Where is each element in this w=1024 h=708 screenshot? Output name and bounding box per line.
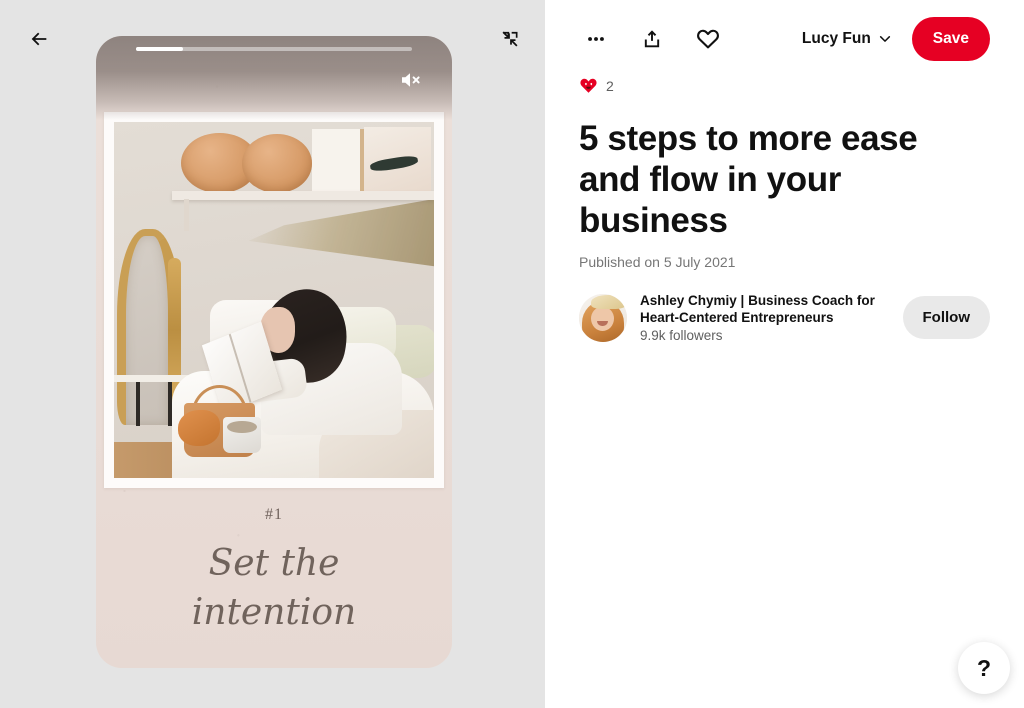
story-progress-bar[interactable] xyxy=(136,47,412,51)
more-options-button[interactable] xyxy=(579,22,613,56)
save-button[interactable]: Save xyxy=(911,17,990,61)
photo-coffee-cup xyxy=(222,417,262,454)
story-headline-line2: intention xyxy=(191,591,357,633)
collapse-arrows-icon xyxy=(502,31,518,47)
reaction-count: 2 xyxy=(606,77,614,94)
photo-table-leg-1 xyxy=(136,381,141,426)
avatar-hat xyxy=(590,294,627,309)
avatar-face xyxy=(591,307,614,332)
page-title: 5 steps to more ease and flow in your bu… xyxy=(579,119,918,240)
published-date: Published on 5 July 2021 xyxy=(579,253,736,270)
pin-detail-page: #1 Set the intention Lucy Fun Save 2 5 s… xyxy=(0,0,1024,708)
story-caption: #1 Set the intention xyxy=(96,506,452,637)
creator-text: Ashley Chymiy | Business Coach for Heart… xyxy=(640,292,890,344)
help-button[interactable]: ? xyxy=(958,642,1010,694)
arrow-left-icon xyxy=(31,32,47,46)
reaction-badge[interactable]: 2 xyxy=(579,76,614,95)
chevron-down-icon xyxy=(879,36,890,42)
pin-detail-pane: Lucy Fun Save 2 5 steps to more ease and… xyxy=(545,0,1024,708)
heart-outline-icon xyxy=(697,29,719,49)
pin-toolbar: Lucy Fun Save xyxy=(579,0,990,78)
follow-button[interactable]: Follow xyxy=(902,296,990,340)
photo-shelf xyxy=(171,191,434,201)
photo-basket-2 xyxy=(242,134,313,194)
creator-name[interactable]: Ashley Chymiy | Business Coach for Heart… xyxy=(640,292,880,327)
creator-row: Ashley Chymiy | Business Coach for Heart… xyxy=(579,292,990,344)
story-step-number: #1 xyxy=(265,506,283,523)
back-button[interactable] xyxy=(22,22,56,56)
story-headline-line1: Set the xyxy=(208,543,340,584)
share-upload-icon xyxy=(644,30,660,48)
heart-eyes-emoji xyxy=(580,78,597,93)
share-button[interactable] xyxy=(635,22,669,56)
story-card[interactable]: #1 Set the intention xyxy=(96,36,452,668)
toolbar-actions xyxy=(579,22,725,56)
polaroid-frame xyxy=(104,112,444,488)
photo-shelf-brace xyxy=(184,198,190,231)
speaker-mute-icon xyxy=(402,73,420,87)
photo-picture-frame-right xyxy=(363,127,431,195)
toolbar-save-area: Lucy Fun Save xyxy=(798,17,990,61)
photo-croissant xyxy=(178,410,220,446)
ellipsis-icon xyxy=(588,37,604,41)
story-photo xyxy=(114,122,434,478)
story-viewer-pane: #1 Set the intention xyxy=(0,0,545,708)
avatar[interactable] xyxy=(579,293,627,342)
board-selector[interactable]: Lucy Fun xyxy=(798,24,896,54)
collapse-button[interactable] xyxy=(493,22,527,56)
story-progress-fill xyxy=(136,47,183,51)
photo-picture-frame-left xyxy=(312,129,364,194)
mute-button[interactable] xyxy=(400,69,426,91)
board-name-label: Lucy Fun xyxy=(801,30,871,47)
favorite-button[interactable] xyxy=(691,22,725,56)
follower-count: 9.9k followers xyxy=(640,328,723,344)
